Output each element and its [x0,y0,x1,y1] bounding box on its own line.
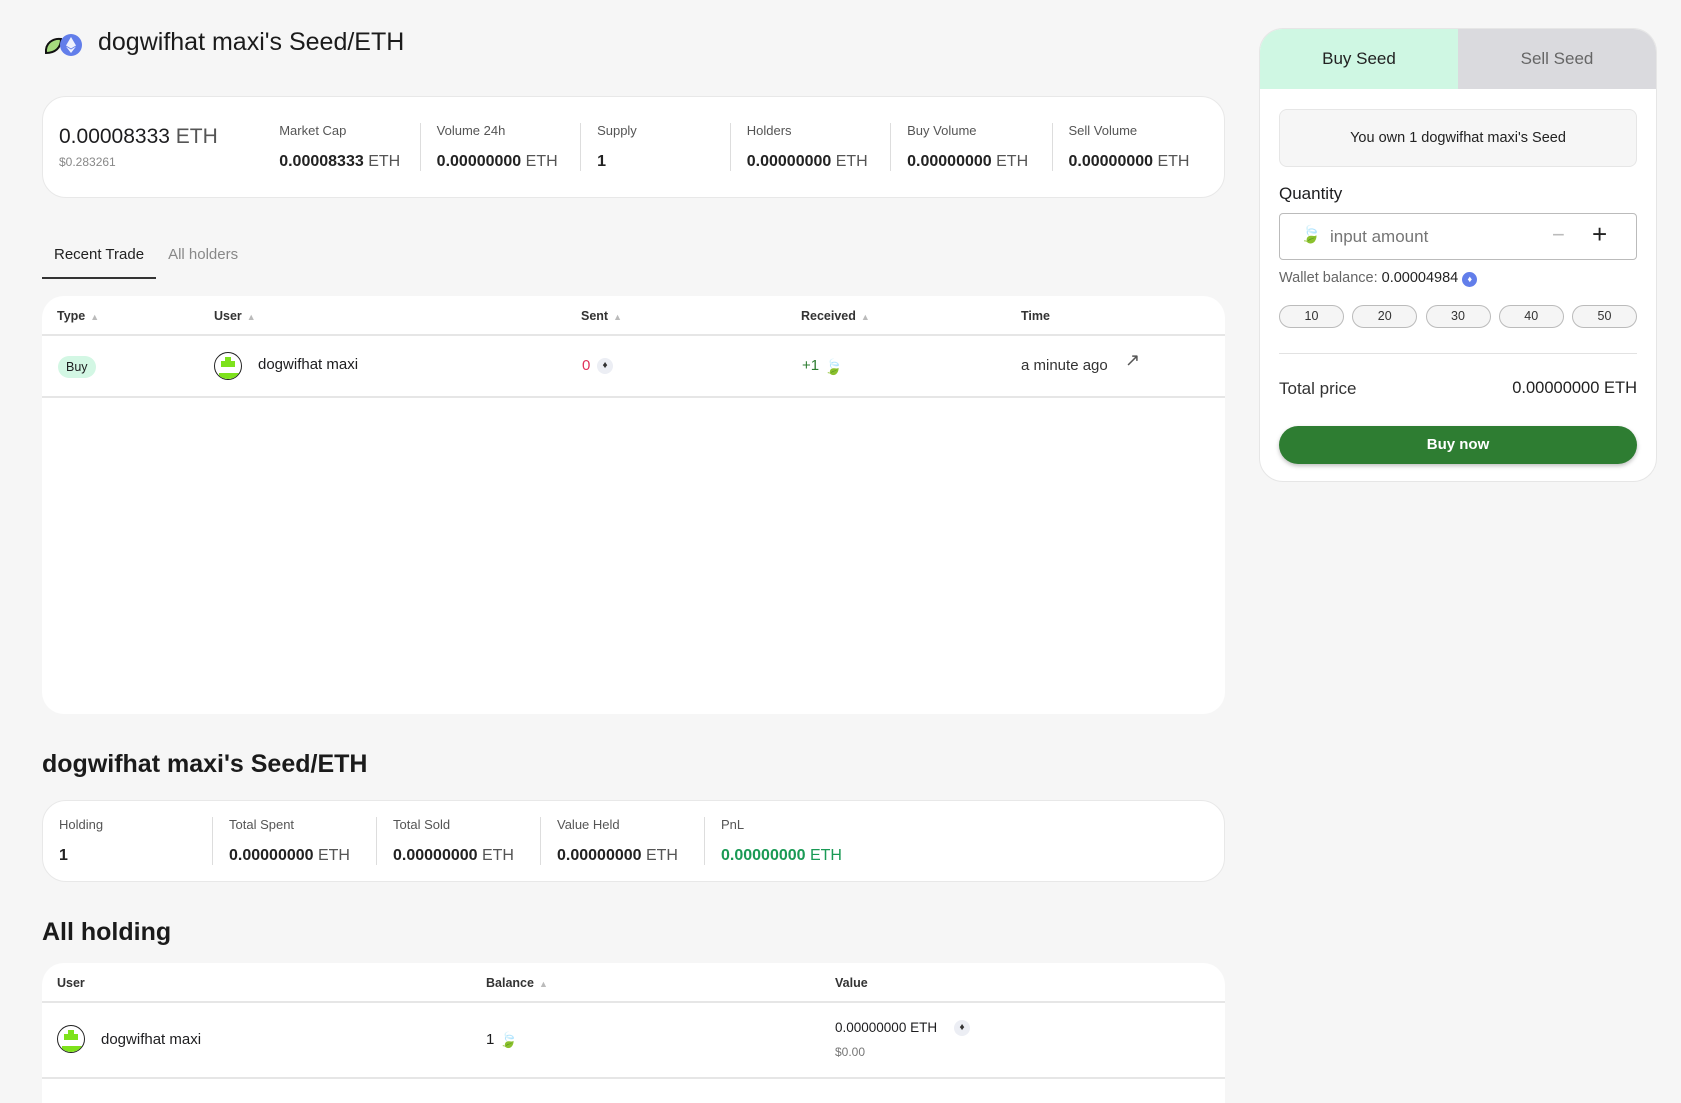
avatar[interactable] [214,352,242,380]
type-badge: Buy [58,356,96,378]
sort-icon: ▲ [90,312,100,322]
sent-value: 0 [582,357,591,374]
col-time: Time [1021,309,1050,323]
sort-icon: ▲ [246,312,256,322]
decrement-button[interactable]: − [1552,222,1565,248]
external-link-icon[interactable]: ↗ [1125,350,1140,371]
stat-holders: Holders 0.00000000 ETH [729,123,890,171]
sort-icon: ▲ [613,312,623,322]
ownership-notice: You own 1 dogwifhat maxi's Seed [1279,109,1637,167]
col-balance[interactable]: Balance ▲ [486,976,548,990]
seed-eth-logo-icon [44,34,82,56]
value-eth: 0.00000000 ETH [835,1020,938,1035]
sort-icon: ▲ [538,979,548,989]
user-name[interactable]: dogwifhat maxi [258,356,358,373]
tab-recent-trade[interactable]: Recent Trade [42,240,157,279]
quick-amount-40[interactable]: 40 [1498,305,1564,328]
col-received[interactable]: Received ▲ [801,309,870,323]
eth-icon: ♦ [1462,272,1478,287]
tab-buy-seed[interactable]: Buy Seed [1260,29,1458,89]
pnl: PnL 0.00000000 ETH [704,817,884,865]
col-type[interactable]: Type ▲ [57,309,99,323]
received-value: +1 [802,357,820,374]
total-price-label: Total price [1279,379,1357,398]
eth-icon: ♦ [597,358,613,374]
wallet-balance-value: 0.00004984 [1381,270,1459,286]
tab-sell-seed[interactable]: Sell Seed [1458,29,1656,89]
stat-supply: Supply 1 [580,123,730,171]
buy-now-button[interactable]: Buy now [1279,426,1637,464]
col-user: User [57,976,85,990]
price-unit: ETH [175,125,218,148]
quantity-input[interactable] [1330,223,1540,251]
quick-amount-20[interactable]: 20 [1352,305,1418,328]
stat-volume-24h: Volume 24h 0.00000000 ETH [419,123,580,171]
stats-card: 0.00008333 ETH $0.283261 Market Cap 0.000… [42,96,1225,198]
value-held: Value Held 0.00000000 ETH [540,817,704,865]
divider [1279,353,1637,354]
page-title: dogwifhat maxi's Seed/ETH [98,28,405,56]
holding-title: dogwifhat maxi's Seed/ETH [42,750,368,778]
stat-buy-volume: Buy Volume 0.00000000 ETH [890,123,1051,171]
wallet-balance: Wallet balance: 0.00004984 ♦ [1279,270,1478,287]
price-usd: $0.283261 [59,155,116,169]
avatar[interactable] [57,1025,85,1053]
trade-tabs: Recent Trade All holders [42,240,250,279]
seed-leaf-icon: 🍃 [824,359,843,376]
stat-market-cap: Market Cap 0.00008333 ETH [279,123,401,170]
tab-all-holders[interactable]: All holders [156,240,250,279]
seed-leaf-icon: 🍃 [1300,225,1322,244]
total-price-value: 0.00000000 ETH [1512,379,1637,397]
stat-sell-volume: Sell Volume 0.00000000 ETH [1051,123,1209,171]
table-row: dogwifhat maxi 1 🍃 0.00000000 ETH ♦ $0.0… [42,1003,1225,1079]
table-header: User Balance ▲ Value [42,963,1225,1003]
quick-amount-30[interactable]: 30 [1425,305,1491,328]
total-sold: Total Sold 0.00000000 ETH [376,817,540,865]
holding-count: Holding 1 [59,817,104,864]
trade-panel: Buy Seed Sell Seed You own 1 dogwifhat m… [1259,28,1657,482]
table-header: Type ▲ User ▲ Sent ▲ Received ▲ Time [42,296,1225,336]
total-spent: Total Spent 0.00000000 ETH [212,817,376,865]
all-holding-title: All holding [42,918,172,946]
price-block: 0.00008333 ETH $0.283261 [59,125,263,169]
sort-icon: ▲ [860,312,870,322]
col-sent[interactable]: Sent ▲ [581,309,622,323]
increment-button[interactable]: + [1592,219,1607,250]
holding-table: User Balance ▲ Value dogwifhat maxi 1 🍃 0… [42,963,1225,1103]
quick-amount-50[interactable]: 50 [1572,305,1637,328]
col-user[interactable]: User ▲ [214,309,256,323]
price-value: 0.00008333 [59,125,170,148]
user-name[interactable]: dogwifhat maxi [101,1031,201,1048]
value-usd: $0.00 [835,1045,866,1059]
eth-icon: ♦ [954,1020,970,1036]
table-row: Buy dogwifhat maxi 0 ♦ +1 🍃 a minute ago… [42,336,1225,398]
col-value: Value [835,976,868,990]
quantity-label: Quantity [1279,184,1343,203]
holding-card: Holding 1 Total Spent 0.00000000 ETH Total… [42,800,1225,882]
balance-value: 1 [486,1031,495,1048]
time-value: a minute ago [1021,357,1108,374]
trades-table: Type ▲ User ▲ Sent ▲ Received ▲ Time Buy dog… [42,296,1225,714]
seed-leaf-icon: 🍃 [499,1032,518,1049]
quick-amount-10[interactable]: 10 [1279,305,1344,328]
quantity-field: 🍃 − + [1279,213,1637,260]
quick-amounts: 10 20 30 40 50 [1279,305,1637,328]
